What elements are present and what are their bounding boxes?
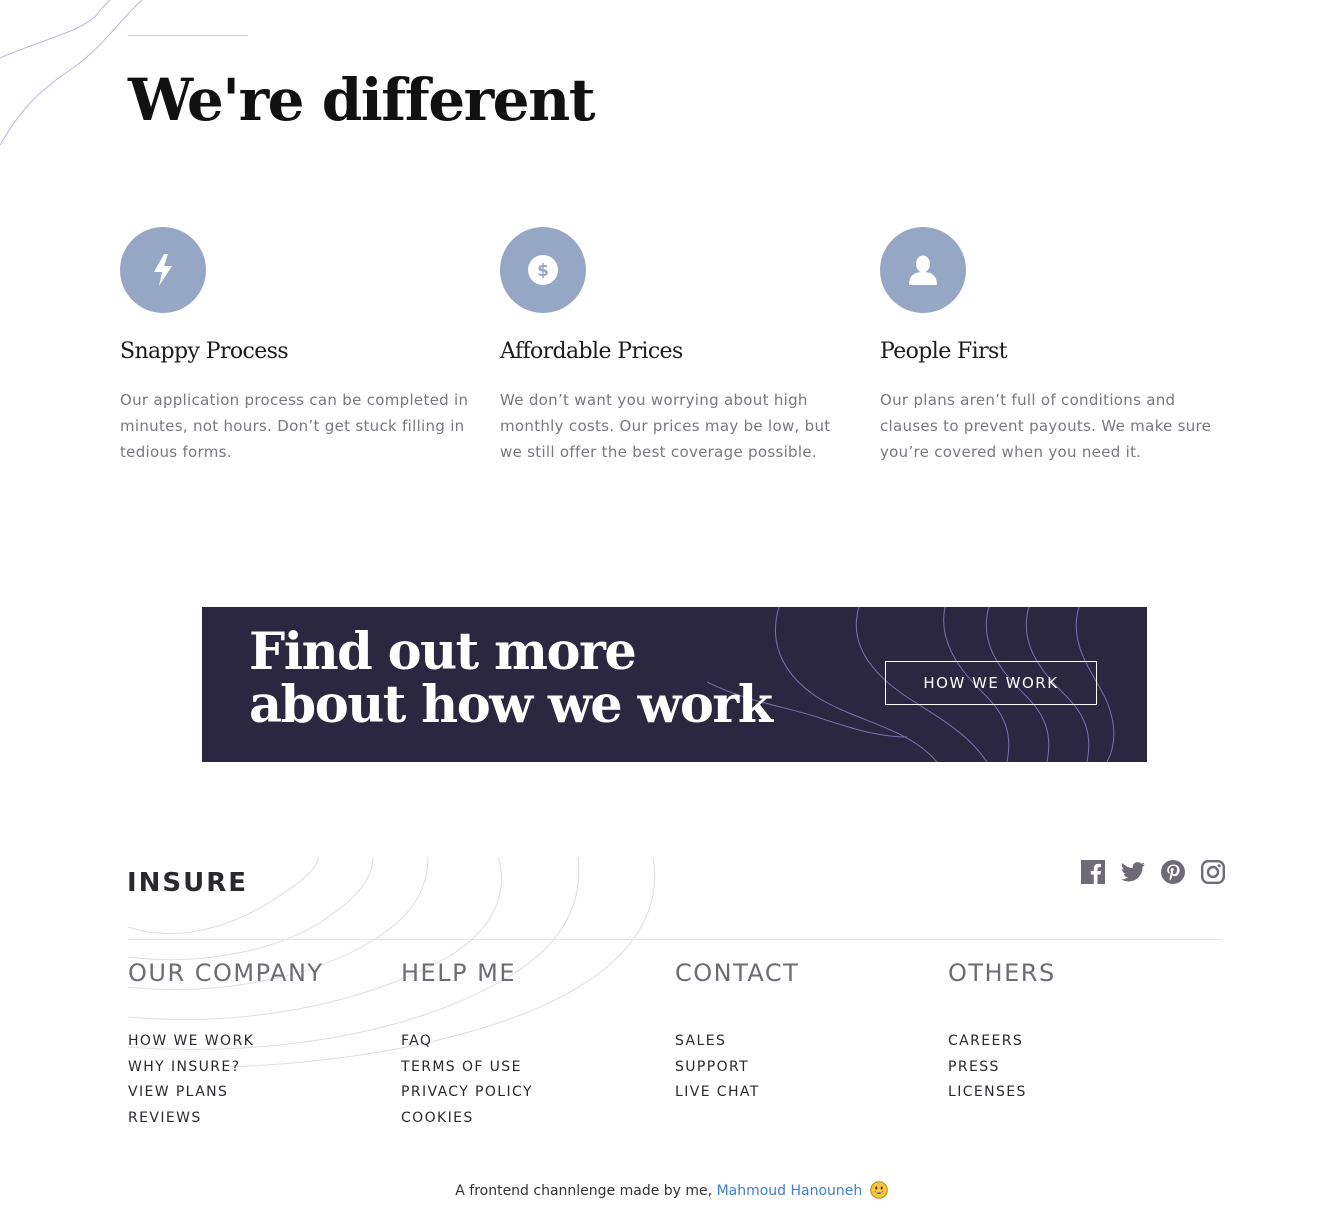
footer-link-faq[interactable]: FAQ xyxy=(401,1029,533,1055)
footer-link-careers[interactable]: CAREERS xyxy=(948,1029,1027,1055)
footer-link-why-insure[interactable]: WHY INSURE? xyxy=(128,1055,254,1081)
footer-column-heading: CONTACT xyxy=(675,959,800,987)
feature-title: People First xyxy=(880,339,1008,364)
footer-link-list: SALES SUPPORT LIVE CHAT xyxy=(675,1029,760,1106)
feature-people-first: People First Our plans aren’t full of co… xyxy=(880,227,1230,461)
feature-icon-circle xyxy=(120,227,206,313)
footer-link-support[interactable]: SUPPORT xyxy=(675,1055,760,1081)
facebook-icon[interactable] xyxy=(1080,859,1106,885)
footer-link-terms-of-use[interactable]: TERMS OF USE xyxy=(401,1055,533,1081)
attribution: A frontend channlenge made by me, Mahmou… xyxy=(0,1181,1343,1199)
footer-link-list: HOW WE WORK WHY INSURE? VIEW PLANS REVIE… xyxy=(128,1029,254,1132)
feature-snappy-process: Snappy Process Our application process c… xyxy=(120,227,470,461)
footer-link-press[interactable]: PRESS xyxy=(948,1055,1027,1081)
svg-text:$: $ xyxy=(537,261,549,281)
lightning-icon xyxy=(154,254,172,286)
page: We're different Snappy Process Our appli… xyxy=(0,0,1343,1210)
feature-description: We don’t want you worrying about high mo… xyxy=(500,391,831,461)
person-icon xyxy=(909,255,937,285)
section-divider xyxy=(128,35,248,36)
instagram-icon[interactable] xyxy=(1200,859,1226,885)
footer-column-heading: OTHERS xyxy=(948,959,1056,987)
feature-description: Our plans aren’t full of conditions and … xyxy=(880,391,1212,461)
footer-link-live-chat[interactable]: LIVE CHAT xyxy=(675,1080,760,1106)
how-we-work-button[interactable]: HOW WE WORK xyxy=(885,661,1097,705)
feature-affordable-prices: $ Affordable Prices We don’t want you wo… xyxy=(500,227,850,461)
feature-title: Snappy Process xyxy=(120,339,289,364)
pinterest-icon[interactable] xyxy=(1160,859,1186,885)
footer-column-contact: CONTACT SALES SUPPORT LIVE CHAT xyxy=(675,958,935,1100)
footer-link-how-we-work[interactable]: HOW WE WORK xyxy=(128,1029,254,1055)
footer-column-help-me: HELP ME FAQ TERMS OF USE PRIVACY POLICY … xyxy=(401,958,661,1126)
section-title: We're different xyxy=(128,66,596,134)
footer-link-list: FAQ TERMS OF USE PRIVACY POLICY COOKIES xyxy=(401,1029,533,1132)
footer-link-list: CAREERS PRESS LICENSES xyxy=(948,1029,1027,1106)
grinning-face-icon xyxy=(869,1181,888,1199)
insure-logo[interactable]: INSURE xyxy=(127,868,248,898)
banner-title: Find out more about how we work xyxy=(249,622,773,735)
feature-icon-circle: $ xyxy=(500,227,586,313)
footer-link-reviews[interactable]: REVIEWS xyxy=(128,1106,254,1132)
feature-description: Our application process can be completed… xyxy=(120,391,469,461)
footer-link-sales[interactable]: SALES xyxy=(675,1029,760,1055)
feature-title: Affordable Prices xyxy=(500,339,683,364)
dollar-coin-icon: $ xyxy=(528,255,558,285)
footer-column-heading: HELP ME xyxy=(401,959,517,987)
banner-title-line: Find out more xyxy=(249,622,637,682)
footer-divider xyxy=(128,939,1221,940)
footer-link-privacy-policy[interactable]: PRIVACY POLICY xyxy=(401,1080,533,1106)
social-links xyxy=(1080,859,1226,885)
footer-column-heading: OUR COMPANY xyxy=(128,959,324,987)
banner-title-line: about how we work xyxy=(249,675,773,735)
attribution-text: A frontend channlenge made by me, xyxy=(455,1183,713,1199)
twitter-icon[interactable] xyxy=(1120,859,1146,885)
feature-icon-circle xyxy=(880,227,966,313)
footer-link-licenses[interactable]: LICENSES xyxy=(948,1080,1027,1106)
footer-column-our-company: OUR COMPANY HOW WE WORK WHY INSURE? VIEW… xyxy=(128,958,388,1126)
author-link[interactable]: Mahmoud Hanouneh xyxy=(717,1183,863,1199)
how-we-work-banner: Find out more about how we work HOW WE W… xyxy=(202,607,1147,762)
footer-column-others: OTHERS CAREERS PRESS LICENSES xyxy=(948,958,1208,1100)
footer-link-cookies[interactable]: COOKIES xyxy=(401,1106,533,1132)
footer-link-view-plans[interactable]: VIEW PLANS xyxy=(128,1080,254,1106)
